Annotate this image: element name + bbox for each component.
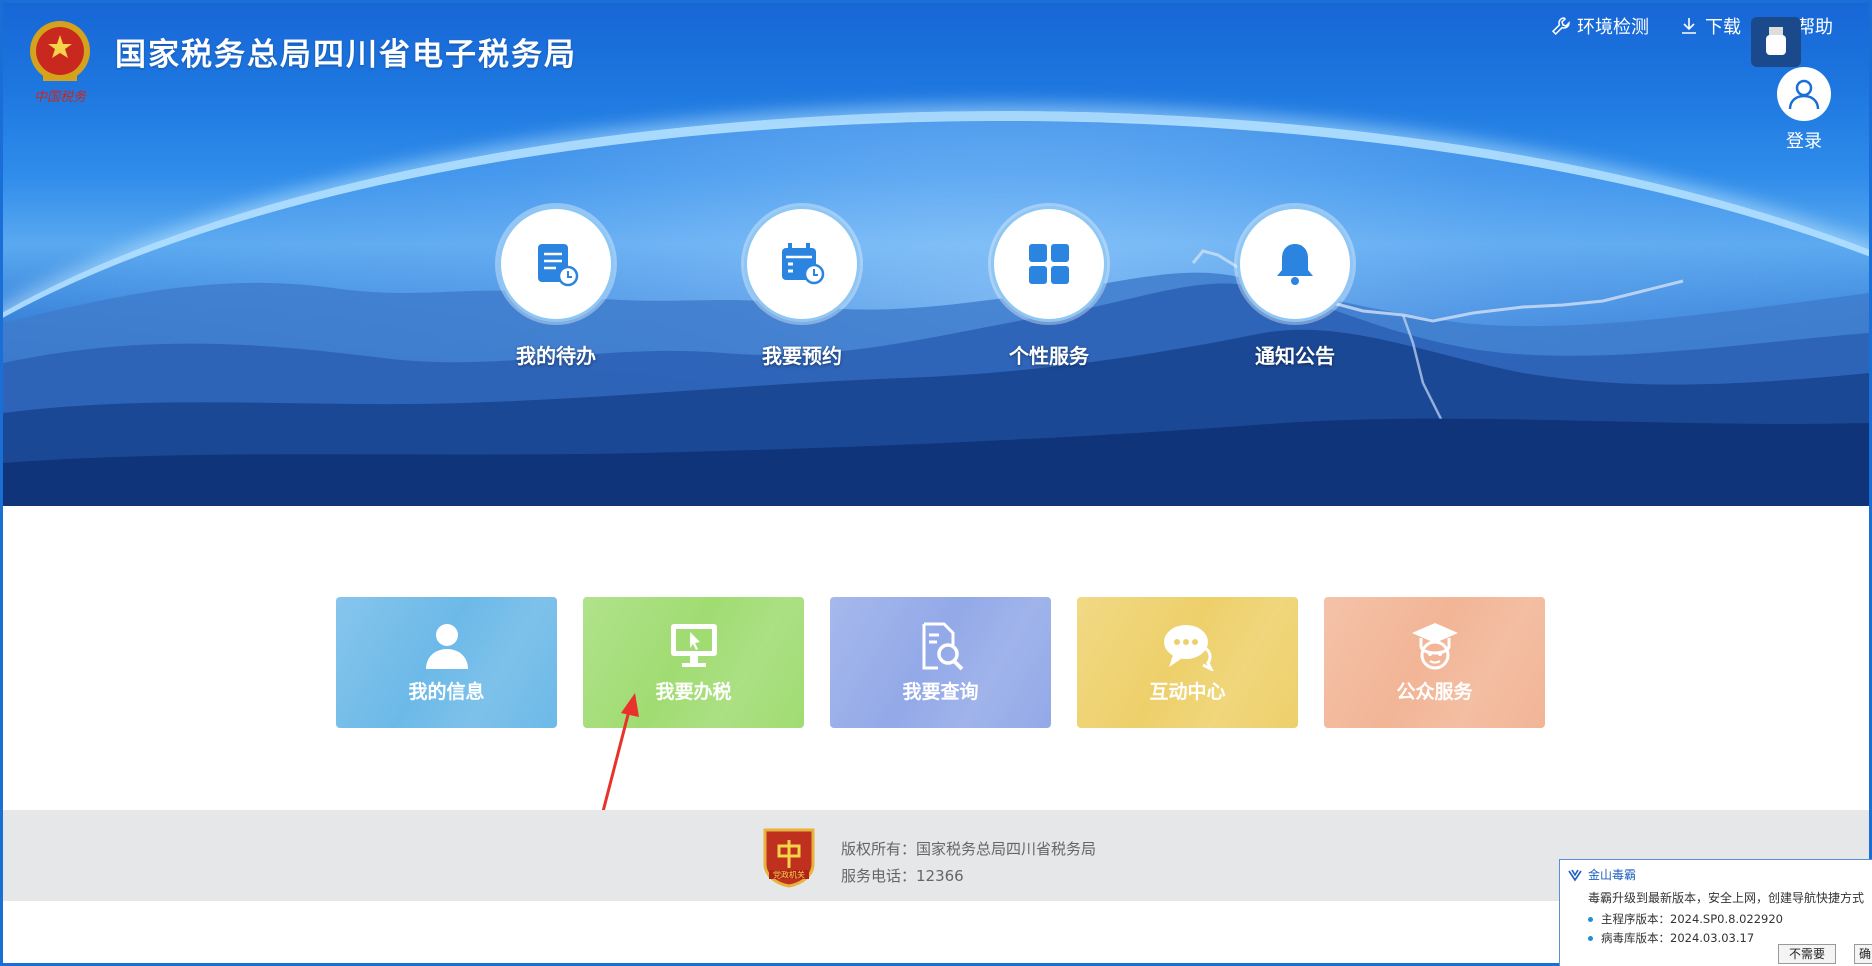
login-label: 登录 [1786, 131, 1822, 152]
quick-my-todo-label: 我的待办 [516, 344, 596, 368]
service-phone: 服务电话：12366 [841, 867, 964, 885]
svg-text:党政机关: 党政机关 [773, 870, 805, 880]
quick-my-todo[interactable]: 我的待办 [496, 206, 616, 369]
popup-confirm-button[interactable]: 确 [1854, 944, 1872, 964]
usb-drive-icon[interactable] [1751, 17, 1801, 67]
chat-bubble-icon [1163, 625, 1214, 671]
wrench-icon [1551, 17, 1570, 36]
bell-icon [1237, 206, 1353, 322]
calendar-clock-icon [744, 206, 860, 322]
hero-banner: 中国税务 国家税务总局四川省电子税务局 环境检测 下载 ? 帮助 登录 我的待办 [3, 3, 1869, 506]
quick-appointment[interactable]: 我要预约 [742, 206, 862, 369]
quick-notice[interactable]: 通知公告 [1235, 206, 1355, 369]
popup-decline-button[interactable]: 不需要 [1778, 944, 1837, 964]
tile-interaction-center-label: 互动中心 [1149, 681, 1226, 703]
popup-title: 金山毒霸 [1560, 860, 1872, 883]
tile-query-label: 我要查询 [902, 681, 979, 703]
download-icon [1682, 18, 1696, 34]
tile-interaction-center[interactable]: 互动中心 [1077, 597, 1298, 728]
popup-version-list: 主程序版本：2024.SP0.8.022920 病毒库版本：2024.03.03… [1560, 906, 1872, 948]
great-wall-landscape [3, 249, 1869, 506]
party-gov-badge-icon[interactable]: 党政机关 [761, 826, 817, 888]
quick-notice-label: 通知公告 [1255, 344, 1335, 368]
quick-appointment-label: 我要预约 [762, 344, 842, 368]
popup-message: 毒霸升级到最新版本，安全上网，创建导航快捷方式 [1588, 891, 1865, 905]
copyright-text: 版权所有：国家税务总局四川省税务局 [841, 840, 1097, 858]
tile-public-service[interactable]: 公众服务 [1324, 597, 1545, 728]
popup-main-version: 主程序版本：2024.SP0.8.022920 [1588, 910, 1872, 929]
user-icon [425, 624, 468, 669]
todo-list-icon [498, 206, 614, 322]
login-button[interactable]: 登录 [1775, 67, 1833, 153]
quick-personal-service[interactable]: 个性服务 [989, 206, 1109, 369]
env-check-label: 环境检测 [1577, 17, 1649, 38]
graduate-icon [1411, 623, 1458, 670]
help-label: 帮助 [1797, 17, 1833, 38]
antivirus-popup: 金山毒霸 毒霸升级到最新版本，安全上网，创建导航快捷方式 主程序版本：2024.… [1559, 859, 1872, 966]
svg-text:中国税务: 中国税务 [34, 90, 87, 105]
tile-query[interactable]: 我要查询 [830, 597, 1051, 728]
tile-public-service-label: 公众服务 [1396, 681, 1473, 703]
site-title: 国家税务总局四川省电子税务局 [115, 37, 577, 73]
antivirus-logo-icon [1568, 869, 1582, 881]
download-link[interactable]: 下载 [1679, 13, 1741, 39]
monitor-cursor-icon [670, 624, 717, 667]
tile-my-info-label: 我的信息 [408, 681, 485, 703]
tax-emblem-logo: 中国税务 [30, 21, 90, 105]
main-service-tiles: 我的信息 我要办税 我要查询 互动中心 公众服务 [336, 597, 1545, 728]
document-search-icon [922, 622, 963, 671]
grid-icon [991, 206, 1107, 322]
env-check-link[interactable]: 环境检测 [1551, 13, 1649, 39]
user-avatar-icon [1777, 67, 1831, 121]
download-label: 下载 [1705, 17, 1741, 38]
footer-info: 版权所有：国家税务总局四川省税务局 服务电话：12366 [841, 836, 1096, 890]
tile-my-info[interactable]: 我的信息 [336, 597, 557, 728]
popup-app-name: 金山毒霸 [1588, 868, 1637, 882]
tile-tax-handling-label: 我要办税 [655, 681, 732, 703]
quick-personal-service-label: 个性服务 [1009, 344, 1089, 368]
